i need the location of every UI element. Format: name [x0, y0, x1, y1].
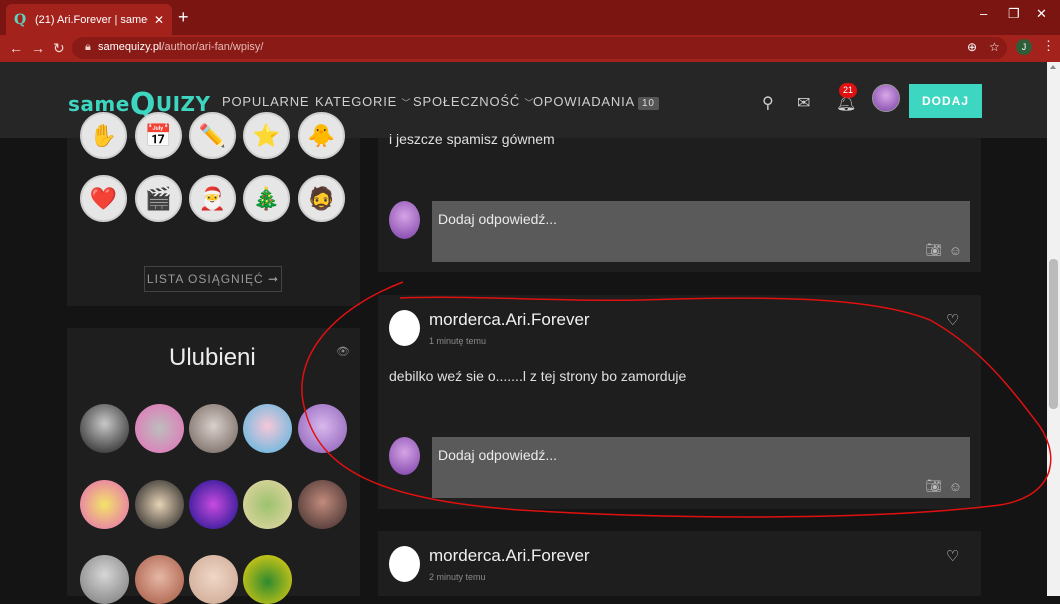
heart-icon[interactable]: ♡: [946, 311, 959, 329]
tab-close-icon[interactable]: ✕: [154, 13, 164, 27]
reply-placeholder: Dodaj odpowiedź...: [438, 447, 558, 463]
favorite-user-avatar[interactable]: [189, 480, 238, 529]
achievement-chair-icon[interactable]: 🎬: [135, 175, 182, 222]
search-icon[interactable]: ⚲: [762, 93, 774, 113]
favorite-user-avatar[interactable]: [243, 555, 292, 604]
comment-text: i jeszcze spamisz gównem: [389, 131, 555, 147]
reply-placeholder: Dodaj odpowiedź...: [438, 211, 558, 227]
emoji-icon[interactable]: ☺: [949, 243, 962, 258]
achievement-hipster-icon[interactable]: 🧔: [298, 175, 345, 222]
favorite-user-avatar[interactable]: [243, 480, 292, 529]
new-tab-button[interactable]: +: [178, 8, 189, 26]
eye-icon[interactable]: 👁︎: [336, 345, 350, 358]
mail-icon[interactable]: ✉: [797, 93, 810, 113]
tab-title: (21) Ari.Forever | sameQuizy: [35, 13, 148, 26]
add-button[interactable]: DODAJ: [909, 84, 982, 118]
bookmark-star-icon[interactable]: ☆: [989, 40, 1000, 54]
achievement-badge[interactable]: ✋: [80, 112, 127, 159]
comment-time: 1 minutę temu: [429, 336, 487, 346]
address-bar[interactable]: 🔒︎ samequizy.pl/author/ari-fan/wpisy/ ⊕ …: [72, 37, 1007, 59]
favorite-user-avatar[interactable]: [80, 480, 129, 529]
achievement-santa-icon[interactable]: 🎅: [189, 175, 236, 222]
achievement-badge[interactable]: ✏️: [189, 112, 236, 159]
restore-icon[interactable]: ❐: [1008, 6, 1020, 22]
scroll-thumb[interactable]: [1049, 259, 1058, 409]
comment-time: 2 minuty temu: [429, 572, 486, 582]
site-favicon: Q: [14, 11, 27, 28]
forward-icon[interactable]: →: [31, 40, 45, 56]
zoom-icon[interactable]: ⊕: [967, 40, 977, 54]
favorite-user-avatar[interactable]: [135, 404, 184, 453]
favorite-user-avatar[interactable]: [189, 404, 238, 453]
page-scrollbar[interactable]: [1047, 62, 1060, 596]
achievement-badge[interactable]: ⭐: [243, 112, 290, 159]
favorite-user-avatar[interactable]: [298, 480, 347, 529]
reply-input[interactable]: Dodaj odpowiedź... 📷︎ ☺: [432, 201, 970, 262]
profile-avatar[interactable]: J: [1016, 39, 1032, 55]
achievement-badge[interactable]: 🐥: [298, 112, 345, 159]
favorite-user-avatar[interactable]: [189, 555, 238, 604]
achievement-heart-icon[interactable]: ❤️: [80, 175, 127, 222]
achievements-list-button[interactable]: LISTA OSIĄGNIĘĆ ➞: [144, 266, 282, 292]
camera-icon[interactable]: 📷︎: [925, 478, 942, 494]
favorite-user-avatar[interactable]: [298, 404, 347, 453]
reload-icon[interactable]: ↻: [53, 40, 65, 57]
favorites-title: Ulubieni: [169, 344, 256, 371]
favorite-user-avatar[interactable]: [243, 404, 292, 453]
minimize-icon[interactable]: –: [980, 6, 987, 21]
window-close-icon[interactable]: ✕: [1036, 6, 1047, 22]
achievement-ornament-icon[interactable]: 🎄: [243, 175, 290, 222]
user-avatar[interactable]: [872, 84, 900, 112]
comment-text: debilko weź sie o.......l z tej strony b…: [389, 368, 687, 384]
menu-community[interactable]: SPOŁECZNOŚĆ ﹀: [413, 94, 534, 109]
comment-author[interactable]: morderca.Ari.Forever: [429, 546, 590, 566]
reply-avatar: [389, 201, 420, 239]
menu-categories[interactable]: KATEGORIE ﹀: [315, 94, 411, 109]
achievement-badge[interactable]: 📅: [135, 112, 182, 159]
notification-count-badge: 21: [839, 83, 857, 98]
comment-author[interactable]: morderca.Ari.Forever: [429, 310, 590, 330]
url-text: samequizy.pl/author/ari-fan/wpisy/: [98, 41, 264, 53]
browser-toolbar: ← → ↻ 🔒︎ samequizy.pl/author/ari-fan/wpi…: [0, 35, 1060, 62]
camera-icon[interactable]: 📷︎: [925, 242, 942, 258]
lock-icon: 🔒︎: [85, 41, 91, 53]
reply-avatar: [389, 437, 420, 475]
favorite-user-avatar[interactable]: [135, 555, 184, 604]
favorite-user-avatar[interactable]: [80, 404, 129, 453]
emoji-icon[interactable]: ☺: [949, 479, 962, 494]
menu-stories[interactable]: OPOWIADANIA 10: [533, 94, 659, 110]
browser-tab-strip: Q (21) Ari.Forever | sameQuizy ✕ + – ❐ ✕: [0, 0, 1060, 35]
scroll-up-arrow[interactable]: [1050, 65, 1056, 69]
site-logo[interactable]: sameQUIZY: [68, 84, 211, 122]
heart-icon[interactable]: ♡: [946, 547, 959, 565]
browser-tab[interactable]: Q (21) Ari.Forever | sameQuizy ✕: [6, 4, 172, 35]
back-icon[interactable]: ←: [9, 40, 23, 56]
stories-count-badge: 10: [637, 97, 659, 110]
reply-input[interactable]: Dodaj odpowiedź... 📷︎ ☺: [432, 437, 970, 498]
browser-menu-icon[interactable]: ⋮: [1042, 38, 1055, 54]
commenter-avatar[interactable]: [389, 546, 420, 582]
menu-popular[interactable]: POPULARNE: [222, 94, 309, 109]
commenter-avatar[interactable]: [389, 310, 420, 346]
favorite-user-avatar[interactable]: [80, 555, 129, 604]
favorite-user-avatar[interactable]: [135, 480, 184, 529]
